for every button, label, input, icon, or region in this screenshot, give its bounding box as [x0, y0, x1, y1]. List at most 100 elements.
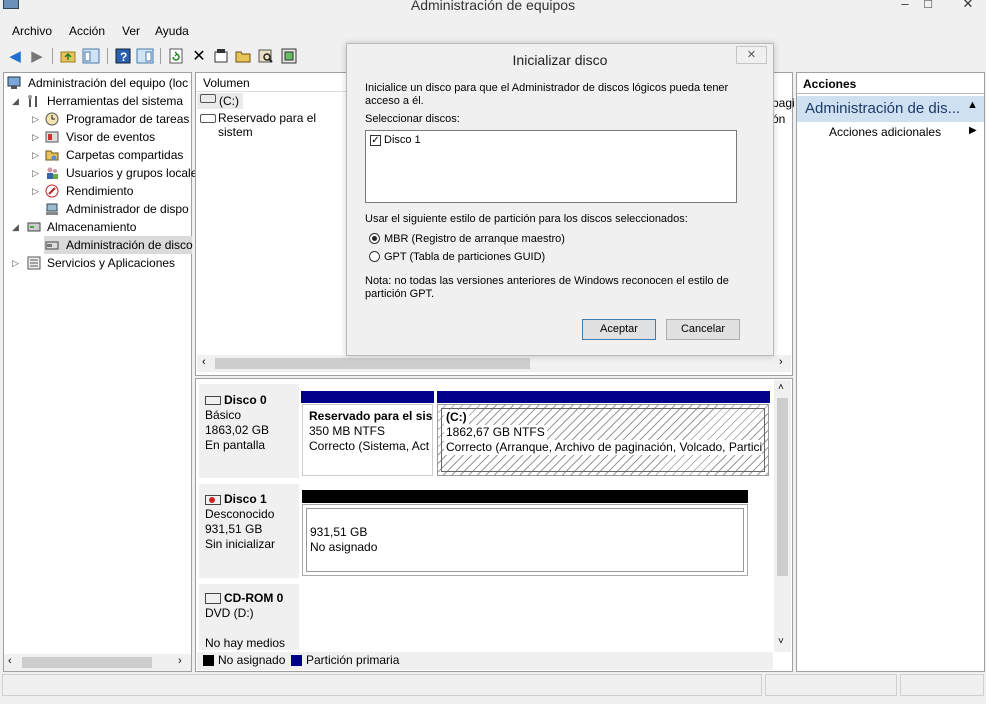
- mbr-label[interactable]: MBR (Registro de arranque maestro): [384, 233, 565, 246]
- partial-column-text: ón: [772, 112, 786, 126]
- disk-error-icon: [205, 494, 221, 505]
- collapsed-arrow-icon[interactable]: ▷: [12, 254, 19, 272]
- collapsed-arrow-icon[interactable]: ▷: [32, 182, 39, 200]
- close-button[interactable]: ✕: [958, 0, 978, 11]
- tree-item-label: Administrador de dispo: [66, 202, 189, 216]
- collapsed-arrow-icon[interactable]: ▷: [32, 128, 39, 146]
- disk-0-info: Disco 0 Básico 1863,02 GB En pantalla: [205, 393, 269, 453]
- refresh-icon[interactable]: [167, 47, 185, 65]
- partition-status: Correcto (Arranque, Archivo de paginació…: [444, 440, 762, 455]
- disk-type: DVD (D:): [205, 606, 254, 620]
- toolbar-separator: [160, 48, 161, 64]
- menu-ayuda[interactable]: Ayuda: [155, 24, 189, 38]
- scroll-thumb[interactable]: [777, 398, 788, 576]
- up-folder-icon[interactable]: [59, 47, 77, 65]
- performance-icon: [45, 184, 59, 198]
- unallocated-header-bar: [302, 490, 748, 503]
- tree-item-label: Servicios y Aplicaciones: [47, 256, 176, 270]
- partition-unallocated[interactable]: 931,51 GB No asignado: [302, 504, 748, 576]
- menu-accion[interactable]: Acción: [69, 24, 105, 38]
- tree-item-label: Carpetas compartidas: [66, 148, 184, 162]
- help-icon[interactable]: ?: [114, 47, 132, 65]
- status-pane: [765, 674, 897, 696]
- disk-type: Desconocido: [205, 507, 275, 521]
- volume-horizontal-scrollbar[interactable]: ‹ ›: [197, 355, 791, 372]
- table-row[interactable]: Reservado para el sistem: [197, 110, 347, 139]
- disk-1-checkbox[interactable]: ✓: [370, 135, 381, 146]
- event-viewer-icon: [45, 130, 59, 144]
- status-pane: [900, 674, 984, 696]
- partition-reserved[interactable]: Reservado para el sist 350 MB NTFS Corre…: [302, 404, 433, 476]
- scroll-thumb[interactable]: [215, 358, 530, 369]
- tools-icon: [27, 94, 41, 108]
- partition-title: (C:): [444, 410, 469, 425]
- cancel-button[interactable]: Cancelar: [666, 319, 740, 340]
- forward-arrow-icon[interactable]: ▶: [28, 47, 46, 65]
- actions-header-label: Acciones: [803, 77, 857, 91]
- delete-icon[interactable]: ✕: [190, 47, 208, 65]
- disk-1-info: Disco 1 Desconocido 931,51 GB Sin inicia…: [205, 492, 275, 552]
- disk-type: Básico: [205, 408, 242, 422]
- volume-name: (C:): [219, 94, 239, 108]
- table-row[interactable]: (C:): [197, 93, 243, 109]
- maximize-button[interactable]: □: [918, 0, 938, 11]
- scroll-left-arrow-icon[interactable]: ‹: [8, 655, 12, 667]
- accept-button[interactable]: Aceptar: [582, 319, 656, 340]
- menu-ver[interactable]: Ver: [122, 24, 140, 38]
- partition-header-bar: [301, 391, 434, 403]
- scroll-right-arrow-icon[interactable]: ›: [178, 655, 182, 667]
- collapsed-arrow-icon[interactable]: ▷: [32, 164, 39, 182]
- legend-label: Partición primaria: [306, 653, 400, 667]
- minimize-button[interactable]: –: [895, 0, 915, 11]
- actions-pane: [796, 72, 985, 672]
- disk-management-icon: [45, 238, 59, 252]
- settings-icon[interactable]: [280, 47, 298, 65]
- disk-item-label: Disco 1: [384, 134, 421, 146]
- partition-c[interactable]: (C:) 1862,67 GB NTFS Correcto (Arranque,…: [437, 404, 769, 476]
- partition-status: No asignado: [310, 540, 378, 554]
- expanded-arrow-icon[interactable]: ◢: [12, 218, 19, 236]
- gpt-radio[interactable]: [369, 251, 380, 262]
- svg-text:?: ?: [120, 50, 127, 64]
- actions-section-header[interactable]: Administración de dis... ▲: [797, 96, 984, 122]
- collapsed-arrow-icon[interactable]: ▷: [32, 146, 39, 164]
- disk-listbox[interactable]: ✓ Disco 1: [365, 130, 737, 203]
- computer-management-icon: [7, 76, 21, 90]
- scroll-down-arrow-icon[interactable]: ˅: [778, 636, 784, 647]
- disk-icon: [205, 396, 221, 406]
- expanded-arrow-icon[interactable]: ◢: [12, 92, 19, 110]
- show-action-pane-icon[interactable]: [136, 47, 154, 65]
- dialog-close-button[interactable]: ✕: [736, 46, 767, 64]
- collapsed-arrow-icon[interactable]: ▷: [32, 110, 39, 128]
- dialog-title: Inicializar disco: [512, 52, 608, 68]
- scroll-up-arrow-icon[interactable]: ˄: [778, 382, 784, 393]
- volume-column-header[interactable]: Volumen: [196, 73, 346, 92]
- search-icon[interactable]: [257, 47, 275, 65]
- select-disks-label: Seleccionar discos:: [365, 113, 460, 125]
- back-arrow-icon[interactable]: ◀: [6, 47, 24, 65]
- menu-archivo[interactable]: Archivo: [12, 24, 52, 38]
- actions-header: Acciones: [797, 73, 984, 94]
- open-folder-icon[interactable]: [234, 47, 252, 65]
- partition-title: Reservado para el sist: [309, 409, 433, 423]
- submenu-arrow-icon[interactable]: ▶: [969, 125, 977, 136]
- more-actions-item[interactable]: Acciones adicionales: [829, 125, 941, 139]
- shared-folder-icon: [45, 148, 59, 162]
- disk-size: 1863,02 GB: [205, 423, 270, 437]
- scroll-left-arrow-icon[interactable]: ‹: [202, 356, 206, 368]
- status-pane: [2, 674, 762, 696]
- dialog-intro-line: Inicialice un disco para que el Administ…: [365, 82, 729, 94]
- disk-vertical-scrollbar[interactable]: ˄ ˅: [774, 380, 791, 652]
- gpt-label[interactable]: GPT (Tabla de particiones GUID): [384, 251, 545, 264]
- mbr-radio[interactable]: [369, 233, 380, 244]
- tree-horizontal-scrollbar[interactable]: ‹ ›: [4, 654, 191, 671]
- menu-bar: Archivo Acción Ver Ayuda: [0, 20, 986, 42]
- partition-header-bar: [437, 391, 770, 403]
- scroll-thumb[interactable]: [22, 657, 152, 668]
- collapse-up-icon[interactable]: ▲: [967, 99, 978, 111]
- show-tree-icon[interactable]: [82, 47, 100, 65]
- legend: No asignado Partición primaria: [197, 652, 773, 670]
- properties-icon[interactable]: [212, 47, 230, 65]
- scroll-right-arrow-icon[interactable]: ›: [779, 356, 783, 368]
- column-header-label: Volumen: [203, 76, 250, 90]
